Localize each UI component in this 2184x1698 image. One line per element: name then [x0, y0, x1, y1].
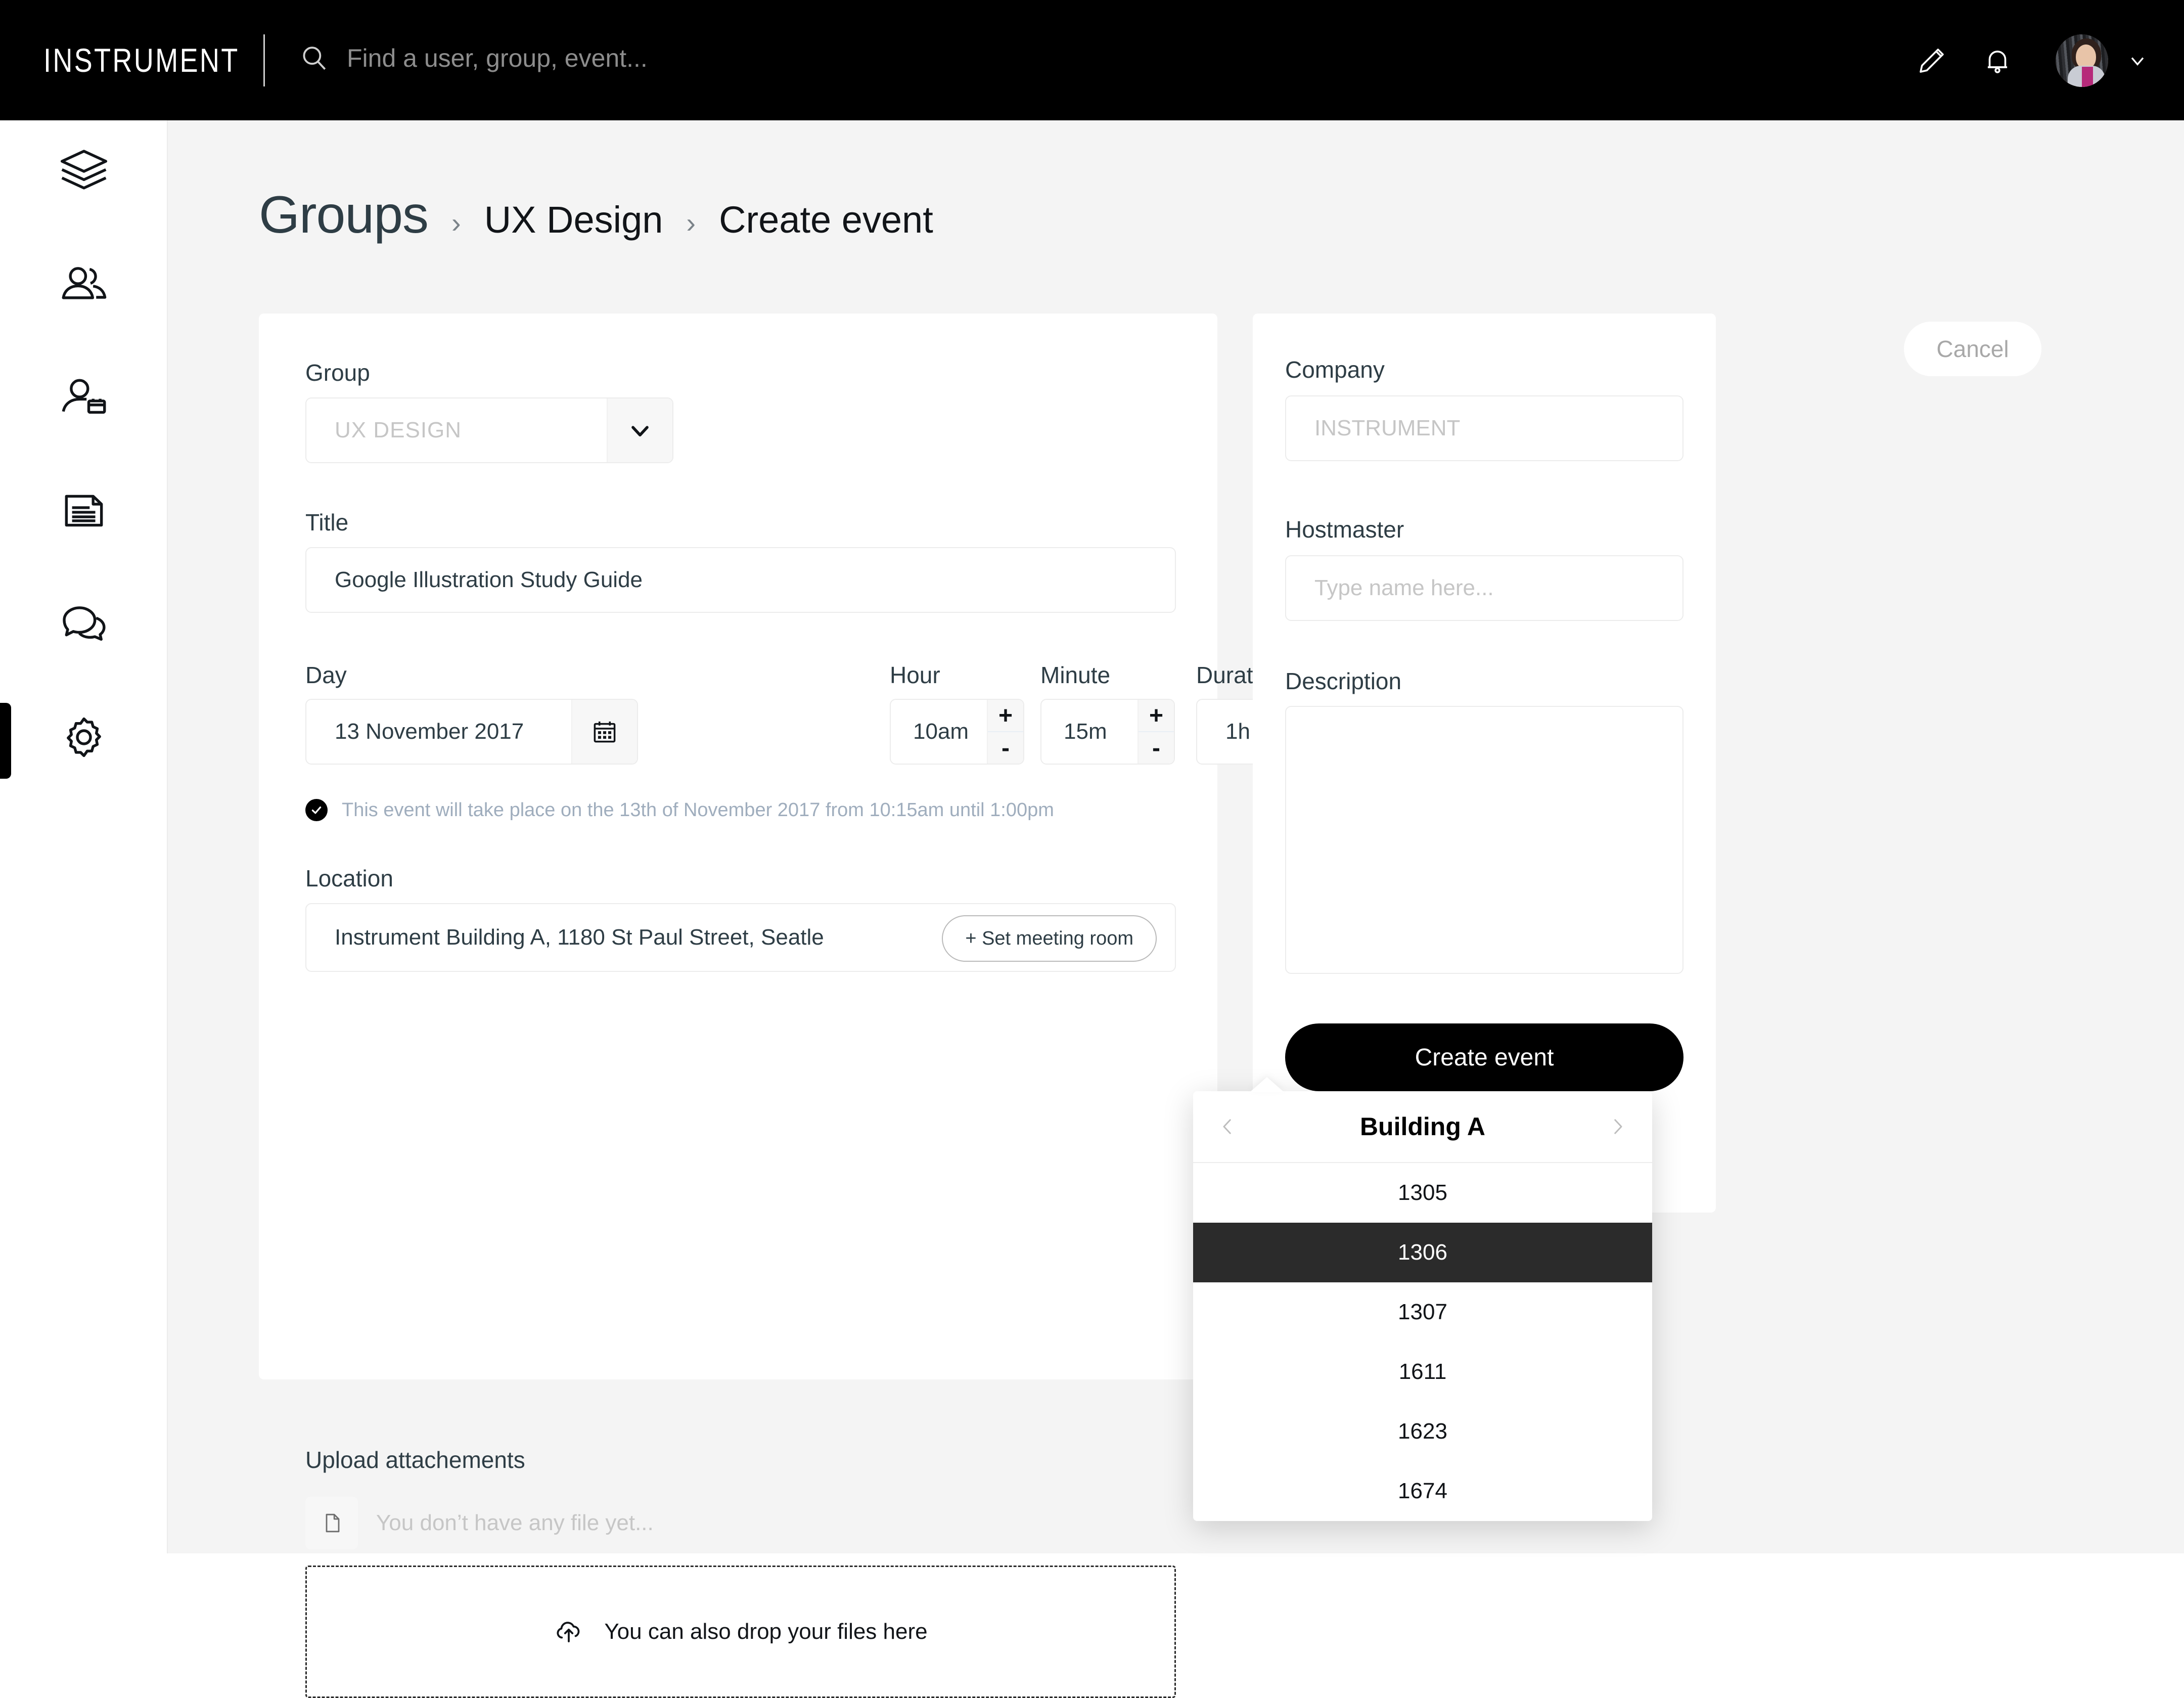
- hour-stepper-controls: + -: [987, 700, 1023, 764]
- group-select-value: UX DESIGN: [335, 418, 462, 442]
- cloud-upload-icon: [554, 1616, 584, 1648]
- avatar-scarf: [2082, 67, 2093, 87]
- room-list-item[interactable]: 1307: [1193, 1282, 1652, 1342]
- day-input[interactable]: 13 November 2017: [305, 699, 638, 765]
- popover-next-button[interactable]: [1587, 1091, 1648, 1162]
- minute-increment-button[interactable]: +: [1139, 700, 1174, 731]
- file-icon[interactable]: [305, 1497, 358, 1549]
- location-input[interactable]: Instrument Building A, 1180 St Paul Stre…: [305, 903, 1176, 972]
- title-label: Title: [305, 509, 349, 535]
- sidebar-item-documents[interactable]: [0, 470, 168, 551]
- popover-title: Building A: [1359, 1112, 1486, 1141]
- breadcrumb-separator-2: ›: [686, 207, 696, 239]
- hour-decrement-button[interactable]: -: [988, 732, 1023, 764]
- day-label: Day: [305, 662, 347, 688]
- avatar-face: [2076, 44, 2096, 69]
- hour-increment-button[interactable]: +: [988, 700, 1023, 731]
- description-textarea[interactable]: [1285, 706, 1684, 974]
- document-icon: [58, 484, 110, 537]
- gear-icon: [58, 711, 110, 764]
- group-select-chevron[interactable]: [607, 398, 672, 462]
- meeting-room-popover: Building A 1305 1306 1307 1611 1623 1674: [1193, 1091, 1652, 1521]
- room-list-item-selected[interactable]: 1306: [1193, 1223, 1652, 1282]
- app-logo[interactable]: INSTRUMENT: [43, 41, 240, 79]
- event-form-card: Group UX DESIGN Title Google Illustratio…: [259, 314, 1407, 1698]
- minute-label: Minute: [1040, 662, 1111, 688]
- company-label: Company: [1285, 356, 1385, 383]
- event-confirmation: This event will take place on the 13th o…: [305, 799, 1054, 821]
- room-list-item[interactable]: 1305: [1193, 1163, 1652, 1223]
- avatar[interactable]: [2056, 34, 2108, 87]
- minute-value: 15m: [1064, 719, 1107, 744]
- chevron-down-icon[interactable]: [2126, 50, 2149, 72]
- popover-prev-button[interactable]: [1197, 1091, 1258, 1162]
- uploaded-files-row: You don’t have any file yet...: [305, 1497, 654, 1549]
- search-icon: [299, 43, 329, 73]
- top-navigation-bar: INSTRUMENT Find a user, group, event...: [0, 0, 2184, 120]
- location-input-value: Instrument Building A, 1180 St Paul Stre…: [335, 925, 824, 950]
- top-bar-actions: [1899, 30, 2149, 91]
- notifications-button[interactable]: [1965, 30, 2030, 91]
- calendar-icon[interactable]: [571, 700, 637, 764]
- left-sidebar: [0, 120, 168, 1553]
- page-content: Groups › UX Design › Create event Cancel…: [168, 120, 2184, 1698]
- breadcrumb-item-group[interactable]: UX Design: [484, 198, 663, 241]
- compose-button[interactable]: [1899, 30, 1965, 91]
- group-select[interactable]: UX DESIGN: [305, 397, 673, 463]
- hostmaster-input-placeholder: Type name here...: [1314, 575, 1494, 600]
- description-label: Description: [1285, 668, 1402, 694]
- popover-header: Building A: [1193, 1091, 1652, 1163]
- cancel-button[interactable]: Cancel: [1904, 322, 2041, 376]
- breadcrumb-item-current: Create event: [719, 199, 933, 241]
- dropzone-text: You can also drop your files here: [604, 1619, 928, 1644]
- sidebar-item-messages[interactable]: [0, 584, 168, 664]
- check-circle-icon: [305, 799, 328, 821]
- create-event-button[interactable]: Create event: [1285, 1023, 1684, 1091]
- title-input[interactable]: Google Illustration Study Guide: [305, 547, 1176, 613]
- chat-bubbles-icon: [58, 598, 110, 650]
- company-input-placeholder: INSTRUMENT: [1314, 416, 1461, 440]
- users-group-icon: [58, 258, 110, 310]
- location-label: Location: [305, 865, 393, 891]
- minute-stepper[interactable]: 15m + -: [1040, 699, 1175, 765]
- day-input-value: 13 November 2017: [335, 719, 524, 744]
- global-search[interactable]: Find a user, group, event...: [299, 43, 648, 73]
- hour-label: Hour: [890, 662, 940, 688]
- upload-label: Upload attachements: [305, 1447, 525, 1473]
- breadcrumb: Groups › UX Design › Create event: [259, 185, 933, 245]
- set-meeting-room-button[interactable]: + Set meeting room: [942, 915, 1157, 962]
- company-input[interactable]: INSTRUMENT: [1285, 395, 1684, 461]
- event-details-card: Company INSTRUMENT Hostmaster Type name …: [1253, 314, 1716, 1213]
- hour-value: 10am: [913, 719, 969, 744]
- sidebar-item-dashboard[interactable]: [0, 130, 168, 211]
- hostmaster-label: Hostmaster: [1285, 516, 1404, 543]
- sidebar-item-events[interactable]: [0, 357, 168, 438]
- search-input-placeholder[interactable]: Find a user, group, event...: [347, 43, 648, 73]
- event-confirmation-text: This event will take place on the 13th o…: [342, 799, 1054, 821]
- room-list-item[interactable]: 1623: [1193, 1402, 1652, 1461]
- user-calendar-icon: [58, 371, 110, 424]
- minute-stepper-controls: + -: [1138, 700, 1174, 764]
- room-list-item[interactable]: 1674: [1193, 1461, 1652, 1521]
- hour-stepper[interactable]: 10am + -: [890, 699, 1024, 765]
- upload-empty-text: You don’t have any file yet...: [376, 1510, 654, 1535]
- group-label: Group: [305, 360, 370, 386]
- sidebar-item-settings[interactable]: [0, 697, 168, 778]
- breadcrumb-separator: ›: [451, 207, 461, 239]
- room-list-item[interactable]: 1611: [1193, 1342, 1652, 1402]
- hostmaster-input[interactable]: Type name here...: [1285, 555, 1684, 621]
- minute-decrement-button[interactable]: -: [1139, 732, 1174, 764]
- logo-divider: [263, 34, 265, 86]
- title-input-value: Google Illustration Study Guide: [335, 567, 643, 592]
- layers-icon: [58, 145, 110, 197]
- breadcrumb-root[interactable]: Groups: [259, 185, 429, 245]
- sidebar-item-groups[interactable]: [0, 244, 168, 325]
- popover-arrow: [1250, 1077, 1284, 1092]
- file-dropzone[interactable]: You can also drop your files here: [305, 1566, 1176, 1698]
